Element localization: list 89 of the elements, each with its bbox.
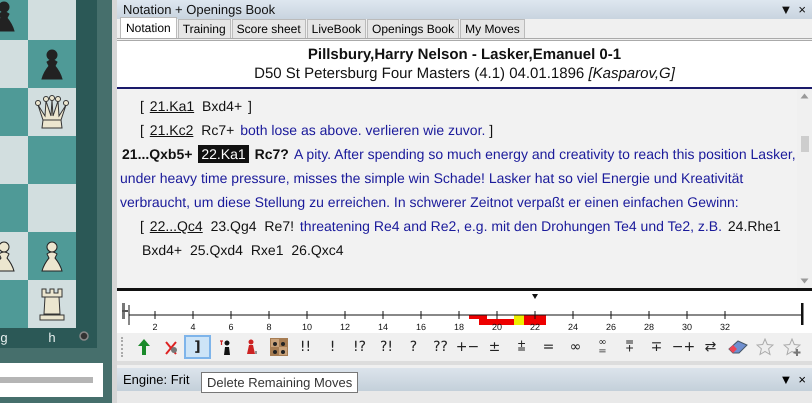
annotation-button[interactable]: ! xyxy=(319,335,346,359)
move-number: 26 xyxy=(606,322,616,332)
annotation-button[interactable]: ] xyxy=(184,335,211,359)
engine-title: Engine: Frit xyxy=(123,372,190,387)
move-link[interactable]: 22...Qc4 xyxy=(148,218,205,234)
move-link[interactable]: 21.Kc2 xyxy=(148,122,196,138)
move-number: 24 xyxy=(568,322,578,332)
annotation-button[interactable]: ∞ xyxy=(562,335,589,359)
bracket: ] xyxy=(489,122,494,138)
move-link[interactable]: 26.Qxc4 xyxy=(289,242,346,258)
annotation-button[interactable]: ∞ = xyxy=(589,335,616,359)
eraser-icon xyxy=(728,340,748,354)
star-plus-icon xyxy=(782,338,800,356)
tab[interactable]: Score sheet xyxy=(232,19,306,38)
players-line: Pillsbury,Harry Nelson - Lasker,Emanuel 0-1 xyxy=(306,46,622,63)
move-link[interactable]: 22.Ka1 xyxy=(198,145,249,163)
scroll-thumb[interactable] xyxy=(800,136,808,152)
annotation-button[interactable]: +− xyxy=(454,335,481,359)
move-number: 4 xyxy=(190,322,196,332)
menu-button[interactable]: ▼ xyxy=(780,372,792,387)
move-number: 30 xyxy=(682,322,692,332)
menu-button[interactable]: ▼ xyxy=(780,2,792,17)
move-link[interactable]: Bxd4+ xyxy=(140,242,184,258)
bracket: ] xyxy=(248,98,252,114)
move-link[interactable]: 21.Ka1 xyxy=(148,98,196,114)
move-number: 32 xyxy=(720,322,730,332)
comment-text: threatening Re4 and Re2, e.g. mit den Drohungen Te4 und Te2, z.B. xyxy=(300,218,722,234)
move-number: 12 xyxy=(340,322,350,332)
annotation-button[interactable]: ? xyxy=(400,335,427,359)
file-label: g xyxy=(0,330,9,345)
bracket: [ xyxy=(140,122,144,138)
annotation-button[interactable]: ∓ xyxy=(643,335,670,359)
move-link[interactable]: Rc7+ xyxy=(199,122,236,138)
move-number: 8 xyxy=(266,322,272,332)
pawn-letter-icon xyxy=(218,338,232,356)
move-link[interactable]: Rc7? xyxy=(252,146,291,162)
move-number: 22 xyxy=(530,322,540,332)
move-link[interactable]: 25.Qxd4 xyxy=(188,242,245,258)
star-icon xyxy=(756,338,774,356)
annotation-button[interactable]: !! xyxy=(292,335,319,359)
move-link[interactable]: 21...Qxb5+ xyxy=(120,146,194,162)
position-marker-icon xyxy=(532,294,538,299)
annotation-paragraph: 21...Qxb5+ 22.Ka1 Rc7? A pity. After spending so much energy and creativity to reach this position Lasker, under heavy time pressure, misses the simple win Schade! Lasker hat so viel Energie und Kreativität verbraucht, um diese Stellung zu erreichen. In schwerer Zeitnot verpaßt er einen einfachen Gewinn: xyxy=(120,144,797,212)
panel-title: Notation + Openings Book xyxy=(123,2,276,17)
toolbar-grip[interactable] xyxy=(121,337,126,357)
move-link[interactable]: 23.Qg4 xyxy=(208,218,259,234)
tooltip: Delete Remaining Moves xyxy=(201,372,358,393)
move-number: 28 xyxy=(644,322,654,332)
pieces-grid-icon xyxy=(270,338,288,356)
annotation-button[interactable]: −+ xyxy=(670,335,697,359)
move-number: 6 xyxy=(228,322,234,332)
move-number: 18 xyxy=(454,322,464,332)
move-link[interactable]: Re7! xyxy=(262,218,296,234)
move-number: 10 xyxy=(302,322,312,332)
annotation-button[interactable]: ⩱ xyxy=(616,335,643,359)
file-label: h xyxy=(47,330,57,345)
annotation-button[interactable]: ?? xyxy=(427,335,454,359)
tab[interactable]: Openings Book xyxy=(367,19,460,38)
tab[interactable]: Training xyxy=(178,19,231,38)
close-button[interactable]: × xyxy=(798,2,806,17)
annotation-button[interactable]: ± xyxy=(481,335,508,359)
move-number: 2 xyxy=(152,322,158,332)
annotation-button[interactable]: ⩲ xyxy=(508,335,535,359)
close-button[interactable]: × xyxy=(798,372,806,387)
tab[interactable]: LiveBook xyxy=(306,19,366,38)
move-link[interactable]: 24.Rhe1 xyxy=(726,218,783,234)
comment-text: both lose as above. verlieren wie zuvor. xyxy=(240,122,486,138)
move-link[interactable]: Bxd4+ xyxy=(200,98,244,114)
move-number: 20 xyxy=(492,322,502,332)
annotation-button[interactable]: ?! xyxy=(373,335,400,359)
move-number: 14 xyxy=(378,322,388,332)
scale-icon xyxy=(122,303,128,319)
pawn-icon xyxy=(244,338,258,356)
bracket: [ xyxy=(140,218,144,234)
end-marker xyxy=(801,303,804,325)
annotation-button[interactable]: = xyxy=(535,335,562,359)
annotation-button[interactable]: ⇄ xyxy=(697,335,724,359)
up-arrow-icon xyxy=(136,338,150,356)
scroll-up-icon xyxy=(800,93,809,99)
event-line: D50 St Petersburg Four Masters (4.1) 04.01.1896 [Kasparov,G] xyxy=(253,65,676,82)
queen-icon xyxy=(34,94,70,130)
bracket: [ xyxy=(140,98,144,114)
tab[interactable]: Notation xyxy=(120,17,177,38)
circle-icon xyxy=(79,331,89,341)
annotation-button[interactable]: !? xyxy=(346,335,373,359)
scroll-down-icon xyxy=(800,278,809,284)
tab[interactable]: My Moves xyxy=(460,19,525,38)
move-link[interactable]: Rxe1 xyxy=(248,242,286,258)
move-number: 16 xyxy=(416,322,426,332)
